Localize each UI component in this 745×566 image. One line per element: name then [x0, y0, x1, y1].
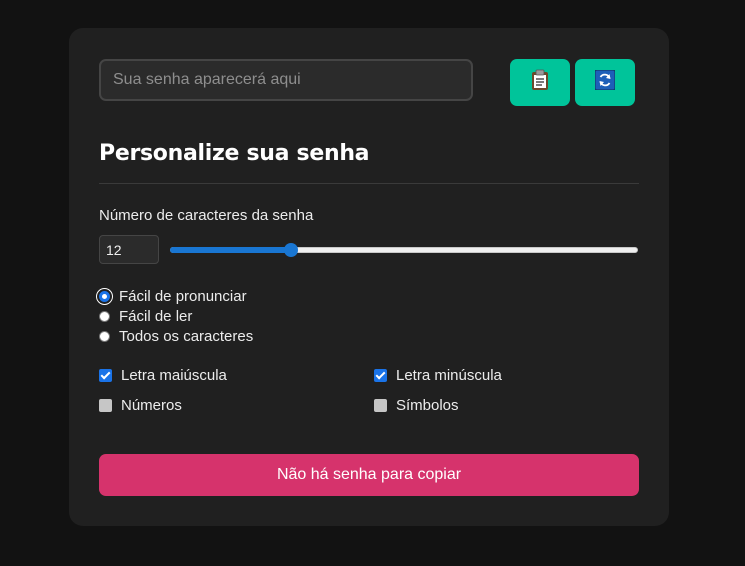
- option-uppercase[interactable]: Letra maiúscula: [99, 367, 227, 384]
- mode-option-pronounceable[interactable]: Fácil de pronunciar: [99, 286, 253, 306]
- copy-password-main-button[interactable]: Não há senha para copiar: [99, 454, 639, 496]
- mode-radio-group: Fácil de pronunciar Fácil de ler Todos o…: [99, 286, 253, 346]
- slider-thumb[interactable]: [284, 243, 298, 257]
- copy-password-button[interactable]: [510, 59, 570, 106]
- divider: [99, 183, 639, 184]
- refresh-icon: [594, 69, 616, 95]
- option-symbols[interactable]: Símbolos: [374, 397, 459, 414]
- option-label: Números: [121, 397, 182, 414]
- radio-button[interactable]: [99, 310, 110, 322]
- settings-heading: Personalize sua senha: [99, 141, 370, 166]
- option-label: Símbolos: [396, 397, 459, 414]
- mode-option-all-chars[interactable]: Todos os caracteres: [99, 326, 253, 346]
- clipboard-icon: [531, 69, 549, 96]
- slider-fill: [170, 247, 291, 253]
- radio-button[interactable]: [99, 330, 110, 342]
- length-slider[interactable]: [170, 242, 638, 258]
- length-number-input[interactable]: [99, 235, 159, 264]
- mode-option-easy-read[interactable]: Fácil de ler: [99, 306, 253, 326]
- password-output-field[interactable]: [99, 59, 473, 101]
- checkbox[interactable]: [99, 399, 112, 412]
- password-generator-card: Personalize sua senha Número de caracter…: [69, 28, 669, 526]
- length-label: Número de caracteres da senha: [99, 207, 314, 224]
- option-lowercase[interactable]: Letra minúscula: [374, 367, 502, 384]
- checkbox[interactable]: [99, 369, 112, 382]
- option-label: Letra minúscula: [396, 367, 502, 384]
- mode-label: Fácil de ler: [119, 307, 193, 325]
- radio-button[interactable]: [99, 290, 110, 302]
- checkbox[interactable]: [374, 369, 387, 382]
- checkbox[interactable]: [374, 399, 387, 412]
- option-numbers[interactable]: Números: [99, 397, 182, 414]
- regenerate-password-button[interactable]: [575, 59, 635, 106]
- option-label: Letra maiúscula: [121, 367, 227, 384]
- mode-label: Todos os caracteres: [119, 327, 254, 345]
- mode-label: Fácil de pronunciar: [119, 287, 247, 305]
